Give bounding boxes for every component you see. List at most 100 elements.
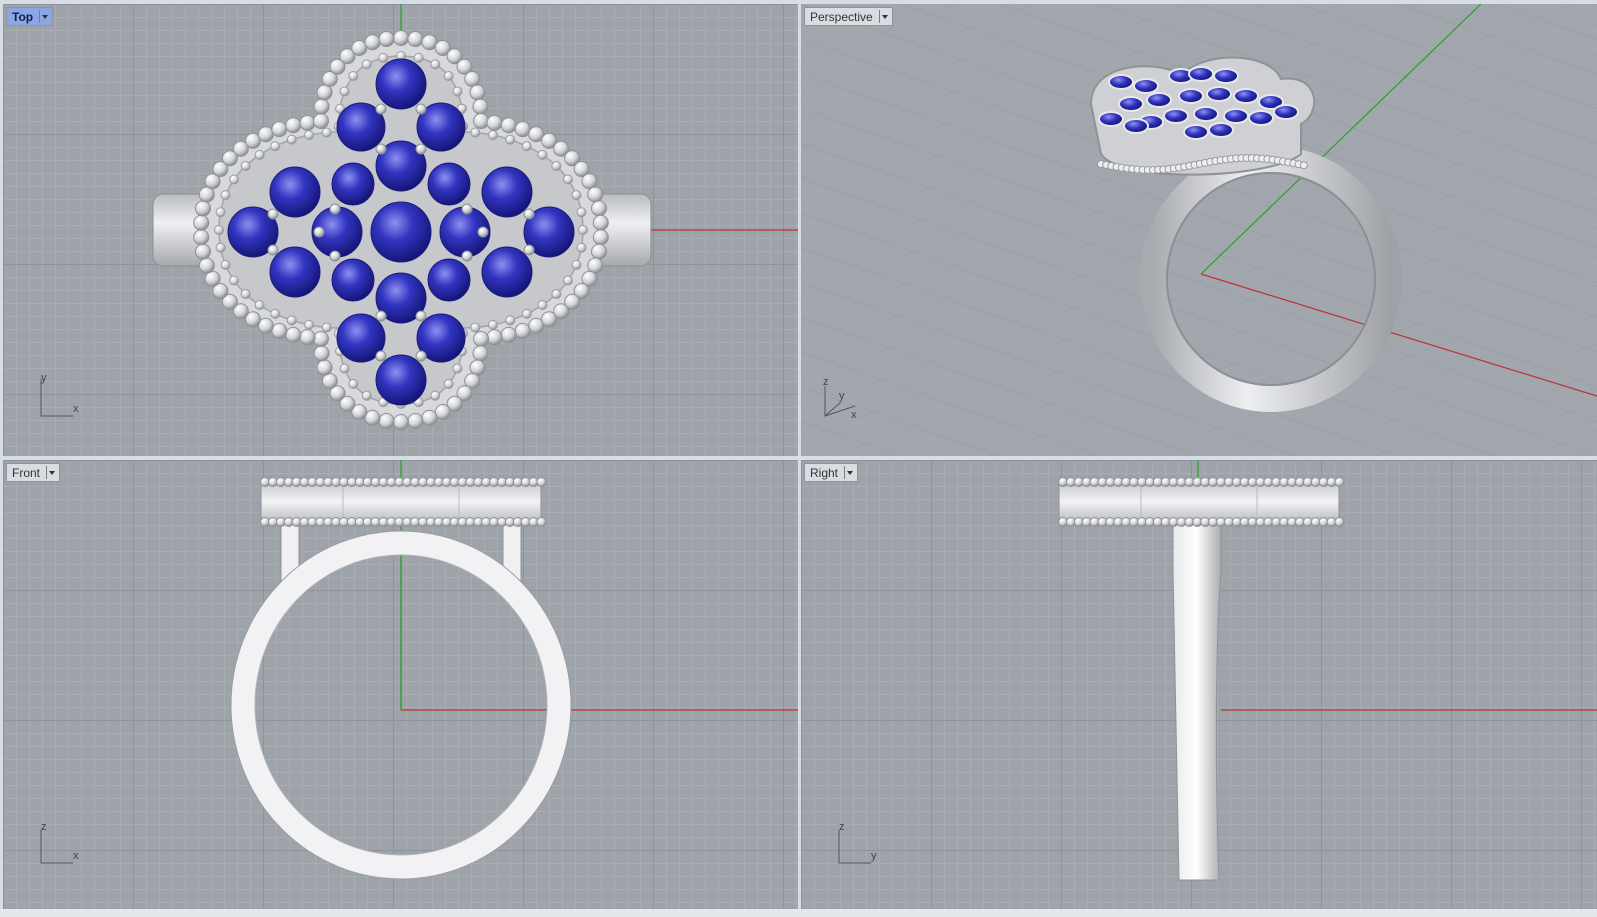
bead xyxy=(254,149,265,160)
bead xyxy=(313,98,330,115)
bead xyxy=(500,326,517,343)
bead xyxy=(464,71,481,88)
bead xyxy=(1334,517,1345,527)
bead xyxy=(378,52,389,63)
dropdown-arrow-icon[interactable] xyxy=(46,466,57,479)
bead xyxy=(271,121,288,138)
bead xyxy=(348,70,359,81)
dropdown-arrow-icon[interactable] xyxy=(844,466,855,479)
viewport-top[interactable]: Top y x xyxy=(3,4,798,456)
bead xyxy=(581,173,598,190)
bead xyxy=(304,319,315,330)
sapphire-gem xyxy=(1133,78,1159,94)
sapphire-gem xyxy=(481,246,533,298)
bead xyxy=(407,412,424,429)
bead xyxy=(348,379,359,390)
viewport-right[interactable]: Right z y xyxy=(801,460,1597,909)
dropdown-arrow-icon[interactable] xyxy=(39,10,50,23)
bead xyxy=(220,259,231,270)
sapphire-gem xyxy=(427,258,471,302)
sapphire-gem xyxy=(1233,88,1259,104)
bead xyxy=(229,275,240,286)
bead xyxy=(487,319,498,330)
bead xyxy=(339,363,350,374)
viewport-tab-top[interactable]: Top xyxy=(6,7,54,26)
bead xyxy=(378,31,395,48)
sapphire-gem xyxy=(1248,110,1274,126)
bead xyxy=(592,214,609,231)
bead xyxy=(214,225,224,236)
bead xyxy=(257,126,274,143)
bead xyxy=(430,59,441,70)
bead xyxy=(351,39,368,56)
viewport-tab-perspective[interactable]: Perspective xyxy=(804,7,893,26)
bead xyxy=(316,359,333,376)
bead xyxy=(321,127,332,138)
bead xyxy=(443,379,454,390)
bead xyxy=(413,52,424,63)
bead xyxy=(472,345,489,362)
bead xyxy=(473,330,490,347)
bead xyxy=(521,308,532,319)
bead xyxy=(487,130,498,141)
bead xyxy=(339,86,350,97)
viewport-perspective[interactable]: Perspective z y x xyxy=(801,4,1597,456)
sapphire-gem xyxy=(1188,66,1214,82)
bead xyxy=(421,409,438,426)
bead xyxy=(578,224,588,235)
head-profile xyxy=(260,481,542,523)
bead xyxy=(193,214,210,231)
sapphire-gem xyxy=(1163,108,1189,124)
bead xyxy=(361,59,372,70)
bead xyxy=(270,308,281,319)
bead xyxy=(299,329,316,346)
bead xyxy=(193,229,210,246)
bead xyxy=(393,414,410,430)
bead xyxy=(562,174,573,185)
head-profile xyxy=(1058,481,1340,523)
bead xyxy=(576,242,587,253)
viewport-tab-right[interactable]: Right xyxy=(804,463,859,482)
sapphire-gem xyxy=(1183,124,1209,140)
sapphire-gem xyxy=(1098,111,1124,127)
sapphire-gem xyxy=(1208,122,1234,138)
viewport-title: Perspective xyxy=(810,9,873,24)
bead xyxy=(312,330,329,347)
sapphire-gem xyxy=(1118,96,1144,112)
axis-gizmo-icon xyxy=(824,386,856,417)
sapphire-gem xyxy=(481,166,533,218)
sapphire-gem xyxy=(269,246,321,298)
bead xyxy=(590,243,607,260)
bead xyxy=(486,114,503,131)
ring-shank-side xyxy=(1172,521,1222,881)
sapphire-gem xyxy=(331,162,375,206)
bead xyxy=(537,300,548,311)
bead xyxy=(240,160,251,171)
bead xyxy=(537,149,548,160)
bead xyxy=(562,275,573,286)
bead xyxy=(198,257,215,274)
bead xyxy=(215,242,226,253)
viewport-tab-front[interactable]: Front xyxy=(6,463,61,482)
bead xyxy=(1334,477,1345,487)
sapphire-gem xyxy=(1193,106,1219,122)
bead xyxy=(285,117,302,134)
bead xyxy=(195,200,212,217)
bead xyxy=(286,315,297,326)
top-view-canvas xyxy=(152,4,798,430)
viewport-front[interactable]: Front z x xyxy=(3,460,798,909)
bead xyxy=(514,322,531,339)
axis-gizmo-icon xyxy=(40,379,73,417)
bead xyxy=(364,409,381,426)
bead xyxy=(299,114,316,131)
bead xyxy=(571,259,582,270)
bead xyxy=(434,404,451,421)
bead xyxy=(270,141,281,152)
bead xyxy=(229,174,240,185)
bead xyxy=(452,363,463,374)
sapphire-gem xyxy=(370,201,432,263)
bead xyxy=(470,127,481,138)
bead xyxy=(505,134,516,145)
dropdown-arrow-icon[interactable] xyxy=(878,10,890,23)
sapphire-gem xyxy=(427,162,471,206)
